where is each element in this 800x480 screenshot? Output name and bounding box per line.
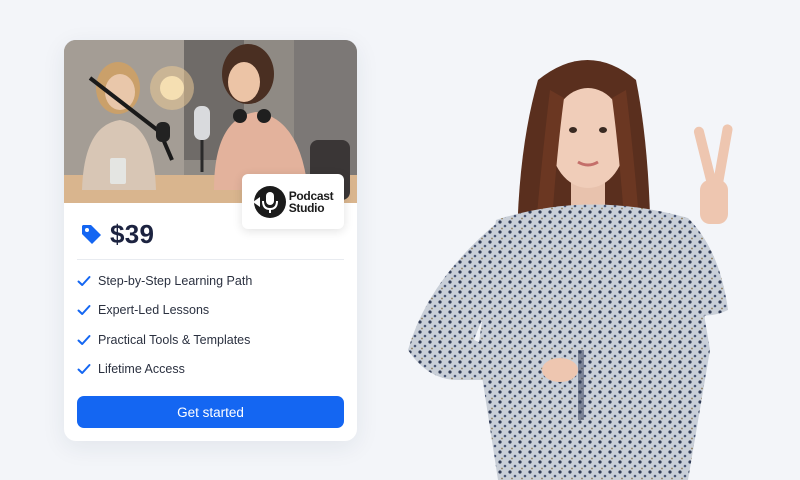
checkmark-icon xyxy=(77,275,91,286)
checkmark-icon xyxy=(77,305,91,316)
feature-item: Step-by-Step Learning Path xyxy=(77,266,252,296)
course-card: Podcast Studio $39 Step-by-Step Learning… xyxy=(64,40,357,441)
divider xyxy=(77,259,344,260)
price-label: $39 xyxy=(110,218,155,249)
feature-label: Practical Tools & Templates xyxy=(98,332,251,347)
feature-item: Lifetime Access xyxy=(77,355,252,385)
feature-label: Expert-Led Lessons xyxy=(98,303,210,318)
checkmark-icon xyxy=(77,364,91,375)
podcast-studio-logo: Podcast Studio xyxy=(242,174,344,229)
checkmark-icon xyxy=(77,334,91,345)
feature-label: Lifetime Access xyxy=(98,362,185,377)
logo-line-1: Podcast xyxy=(288,188,334,203)
feature-item: Expert-Led Lessons xyxy=(77,296,252,326)
feature-list: Step-by-Step Learning Path Expert-Led Le… xyxy=(77,266,252,384)
feature-item: Practical Tools & Templates xyxy=(77,325,252,355)
microphone-icon xyxy=(252,185,286,218)
price-tag-icon xyxy=(82,225,101,244)
promo-banner: Podcast Studio $39 Step-by-Step Learning… xyxy=(0,0,800,480)
logo-line-2: Studio xyxy=(288,200,325,215)
presenter-photo xyxy=(388,50,748,480)
feature-label: Step-by-Step Learning Path xyxy=(98,273,253,288)
get-started-button[interactable]: Get started xyxy=(77,396,344,428)
price-row: $39 xyxy=(80,217,154,251)
